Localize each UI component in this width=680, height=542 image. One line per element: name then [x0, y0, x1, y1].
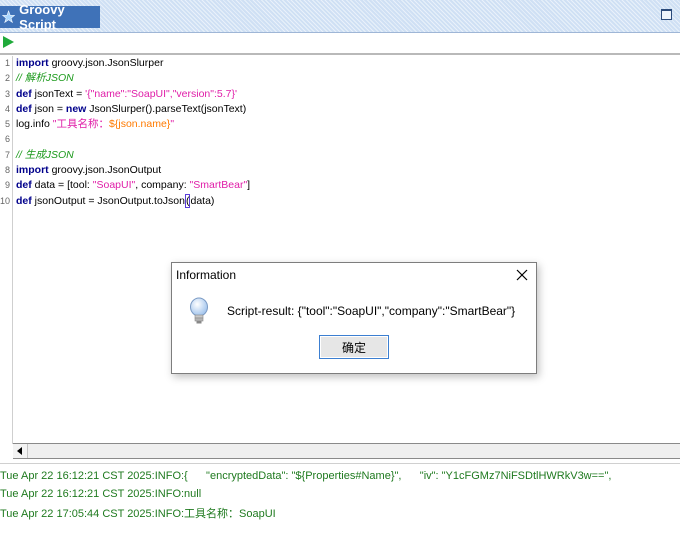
code-line: def jsonOutput = JsonOutput.toJson(data)	[16, 193, 676, 209]
code-token: // 生成JSON	[16, 148, 74, 161]
arrow-left-icon	[17, 447, 22, 455]
code-token: // 解析JSON	[16, 72, 74, 85]
close-icon[interactable]	[515, 268, 529, 282]
code-token: , company:	[135, 179, 190, 192]
toolbar-divider	[0, 53, 680, 55]
code-line: def jsonText = '{"name":"SoapUI","versio…	[16, 87, 676, 102]
code-token: "工具名称：	[52, 118, 110, 131]
code-token: log.info	[16, 118, 53, 131]
line-number: 4	[4, 103, 10, 114]
run-icon[interactable]	[1, 35, 15, 49]
panel-title: Groovy Script	[19, 2, 65, 32]
code-token: def	[16, 102, 32, 115]
dialog-message: Script-result: {"tool":"SoapUI","company…	[227, 304, 516, 318]
line-number: 8	[4, 165, 10, 176]
horizontal-scrollbar[interactable]	[13, 443, 680, 459]
line-number: 1	[4, 58, 10, 68]
script-editor[interactable]: import groovy.json.JsonSlurper// 解析JSON d…	[16, 56, 676, 442]
dialog-title: Information	[176, 268, 237, 282]
line-number: 5	[4, 119, 10, 130]
code-token: ${json.name}	[109, 118, 171, 131]
code-token: "SmartBear"	[189, 179, 248, 192]
code-token: ]	[247, 179, 251, 192]
code-token: data = [tool:	[31, 179, 93, 192]
ok-button[interactable]: 确定	[319, 335, 389, 359]
code-token: "	[170, 118, 175, 131]
code-token: data)	[190, 194, 215, 207]
log-line: Tue Apr 22 16:12:21 CST 2025:INFO:{ "enc…	[0, 470, 612, 482]
code-token: JsonSlurper().parseText(jsonText)	[86, 102, 247, 115]
code-line: // 生成JSON	[16, 148, 676, 163]
line-number: 10	[0, 195, 11, 206]
code-line: def data = [tool: "SoapUI", company: "Sm…	[16, 178, 676, 193]
code-token: groovy.json.JsonOutput	[48, 164, 162, 177]
lightbulb-icon	[190, 297, 208, 324]
scroll-left-button[interactable]	[13, 444, 28, 458]
line-number: 7	[4, 149, 10, 160]
log-line: Tue Apr 22 17:05:44 CST 2025:INFO:工具名称：S…	[0, 508, 276, 520]
code-token: def	[16, 179, 32, 192]
code-token: def	[16, 194, 32, 207]
code-line: import groovy.json.JsonSlurper	[16, 56, 676, 71]
maximize-icon[interactable]	[661, 9, 672, 20]
panel-title-tab[interactable]: Groovy Script	[0, 2, 100, 32]
code-line: // 解析JSON	[16, 71, 676, 86]
star-icon	[2, 10, 16, 24]
toolbar	[0, 33, 680, 53]
line-number: 9	[4, 180, 10, 191]
code-token: def	[16, 87, 32, 100]
code-line: import groovy.json.JsonOutput	[16, 163, 676, 178]
log-line: Tue Apr 22 16:12:21 CST 2025:INFO:null	[0, 487, 202, 500]
log-output: Tue Apr 22 16:12:21 CST 2025:INFO:{ "enc…	[0, 463, 680, 542]
code-token: jsonText =	[31, 87, 86, 100]
code-token: import	[16, 164, 49, 177]
panel-title-bar: Groovy Script	[0, 0, 680, 33]
code-token: new	[65, 102, 87, 115]
line-number: 6	[4, 134, 10, 145]
code-token: groovy.json.JsonSlurper	[48, 57, 164, 69]
line-number: 2	[4, 73, 10, 84]
line-number-gutter: 1 2 3 4 5 6 7 8 9 10	[0, 56, 13, 444]
line-number: 3	[4, 88, 10, 99]
information-dialog: Information Script-result: {"tool":"Soap…	[171, 262, 537, 374]
code-token: import	[16, 57, 49, 69]
code-line: def json = new JsonSlurper().parseText(j…	[16, 102, 676, 117]
dialog-title-bar: Information	[172, 263, 536, 288]
code-line: log.info "工具名称：${json.name}"	[16, 117, 676, 132]
code-token: jsonOutput = JsonOutput.toJson	[31, 194, 185, 207]
code-token: json =	[31, 102, 66, 115]
code-token: '{"name":"SoapUI","version":5.7}'	[85, 87, 238, 100]
code-token: "SoapUI"	[92, 179, 136, 192]
